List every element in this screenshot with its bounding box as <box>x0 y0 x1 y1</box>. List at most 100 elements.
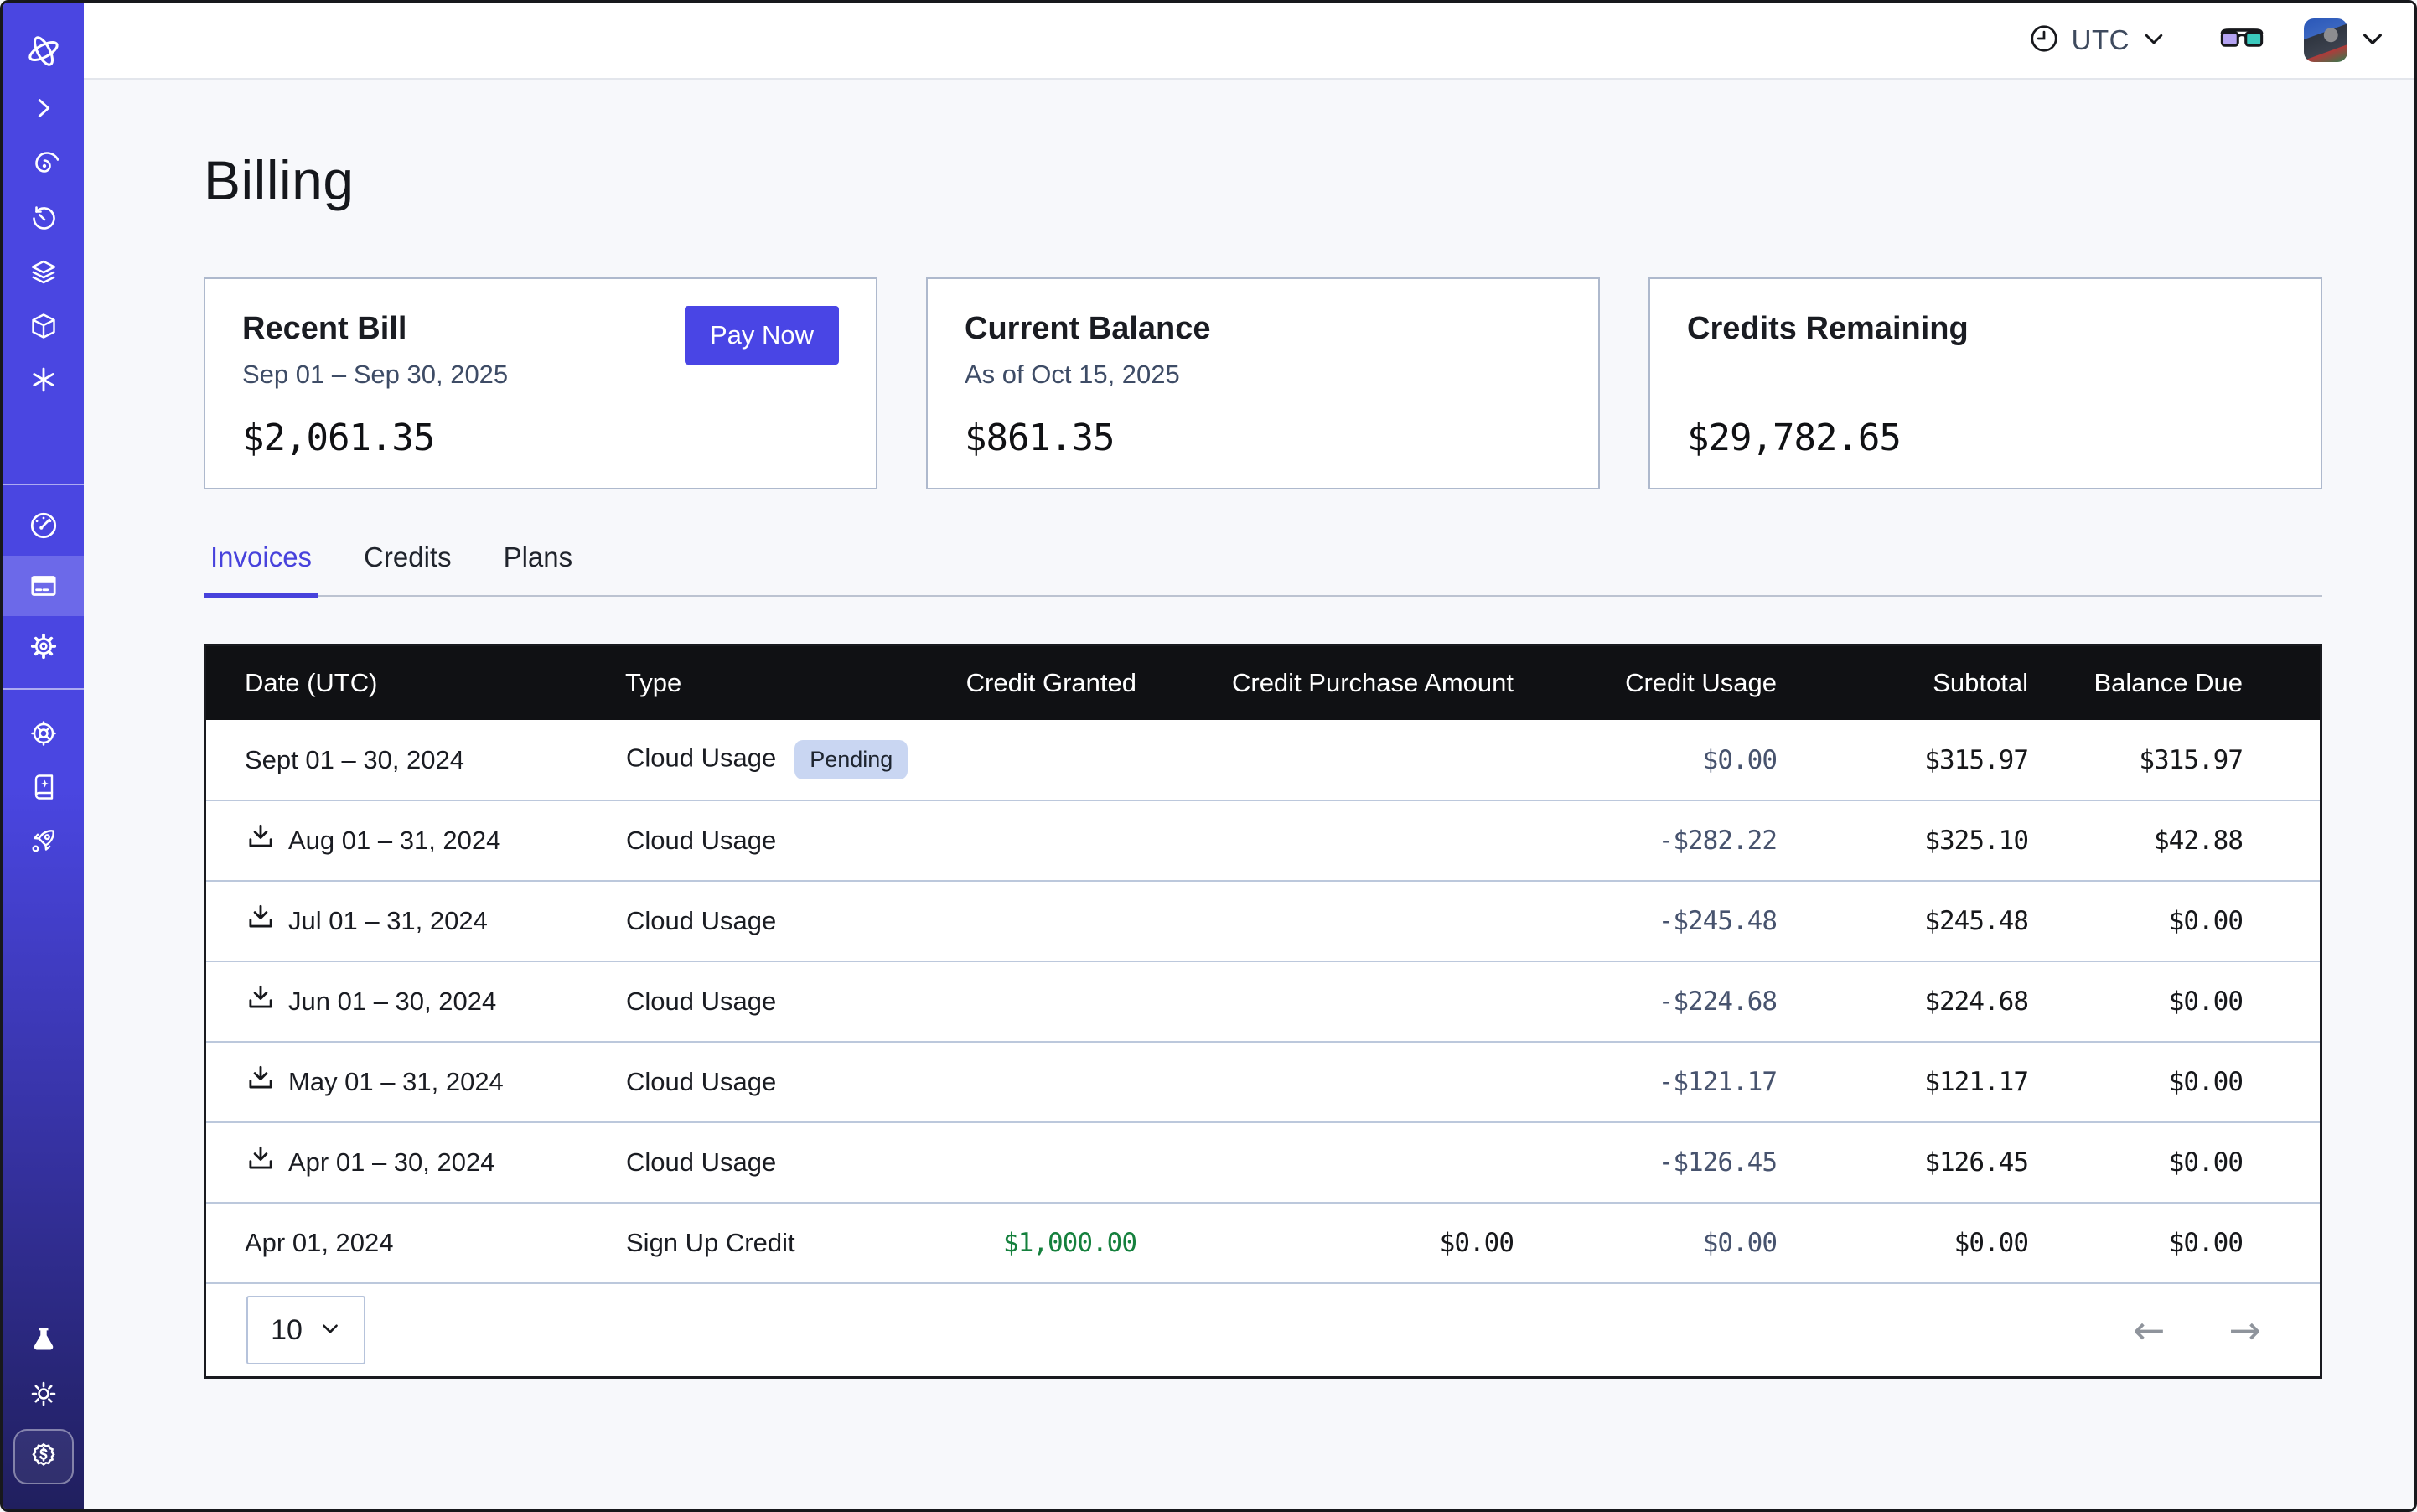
billing-page: Billing Recent Bill Sep 01 – Sep 30, 202… <box>84 80 2417 1379</box>
credit-usage-value[interactable]: $0.00 <box>1545 720 1814 800</box>
credit-usage-value[interactable]: $0.00 <box>1545 1203 1814 1283</box>
billing-shortcut-button[interactable] <box>13 1429 74 1484</box>
app-window: UTC Billing <box>0 0 2417 1512</box>
theme-toggle[interactable] <box>3 1367 84 1421</box>
sidebar-item-support[interactable] <box>3 707 84 760</box>
avatar[interactable] <box>2304 18 2347 62</box>
rocket-icon <box>28 826 59 856</box>
credit-purchase-value <box>1168 961 1545 1042</box>
col-type: Type <box>625 646 942 720</box>
credits-remaining-card: Credits Remaining $29,782.65 <box>1648 277 2322 489</box>
subtotal-value: $245.48 <box>1814 881 2065 961</box>
credit-purchase-value: $0.00 <box>1168 1203 1545 1283</box>
credit-usage-value[interactable]: -$282.22 <box>1545 800 1814 881</box>
balance-due-value: $0.00 <box>2065 1203 2320 1283</box>
download-invoice-icon[interactable] <box>245 982 277 1021</box>
billing-period: Sep 01 – Sep 30, 2025 <box>242 360 508 390</box>
timezone-selector[interactable]: UTC <box>2028 23 2166 59</box>
docs-book-icon <box>28 772 59 802</box>
theme-sun-icon <box>28 1379 59 1409</box>
credit-purchase-value <box>1168 720 1545 800</box>
credits-remaining-amount: $29,782.65 <box>1687 417 1901 459</box>
clock-icon <box>2028 23 2060 59</box>
sidebar-divider <box>3 688 84 690</box>
table-row: Aug 01 – 31, 2024 Cloud Usage -$282.22 $… <box>206 800 2320 881</box>
tab-plans[interactable]: Plans <box>497 541 580 595</box>
timezone-label: UTC <box>2072 24 2130 56</box>
balance-due-value: $0.00 <box>2065 961 2320 1042</box>
sidebar-item-getting-started[interactable] <box>3 814 84 867</box>
subtotal-value: $0.00 <box>1814 1203 2065 1283</box>
sidebar-item-usage[interactable] <box>3 495 84 556</box>
download-invoice-icon[interactable] <box>245 1063 277 1101</box>
invoice-type: Cloud Usage <box>625 961 942 1042</box>
sidebar-item-docs[interactable] <box>3 760 84 814</box>
invoices-table-container: Date (UTC) Type Credit Granted Credit Pu… <box>204 644 2322 1379</box>
credit-purchase-value <box>1168 800 1545 881</box>
topbar: UTC <box>84 3 2417 80</box>
table-row: Apr 01 – 30, 2024 Cloud Usage -$126.45 $… <box>206 1122 2320 1203</box>
tab-invoices[interactable]: Invoices <box>204 541 318 595</box>
invoice-date: Apr 01, 2024 <box>245 1228 394 1258</box>
sidebar-item-schedules[interactable] <box>3 192 84 246</box>
layers-icon <box>28 257 59 287</box>
page-size-select[interactable]: 10 <box>246 1296 365 1364</box>
invoice-date: Jul 01 – 31, 2024 <box>288 906 488 936</box>
page-title: Billing <box>204 80 2322 212</box>
credit-purchase-value <box>1168 881 1545 961</box>
sidebar-item-layers[interactable] <box>3 246 84 299</box>
credit-granted-value <box>942 1042 1168 1122</box>
table-row: Jun 01 – 30, 2024 Cloud Usage -$224.68 $… <box>206 961 2320 1042</box>
support-wheel-icon <box>28 718 59 748</box>
prev-page-button[interactable]: ← <box>2128 1310 2171 1350</box>
sidebar-item-batch[interactable] <box>3 353 84 406</box>
chevron-down-icon <box>319 1314 341 1347</box>
credit-usage-value[interactable]: -$121.17 <box>1545 1042 1814 1122</box>
tab-credits[interactable]: Credits <box>357 541 458 595</box>
billing-tabs: Invoices Credits Plans <box>204 541 2322 597</box>
invoices-table: Date (UTC) Type Credit Granted Credit Pu… <box>206 646 2320 1284</box>
balance-due-value: $0.00 <box>2065 881 2320 961</box>
subtotal-value: $126.45 <box>1814 1122 2065 1203</box>
subtotal-value: $121.17 <box>1814 1042 2065 1122</box>
download-invoice-icon[interactable] <box>245 902 277 940</box>
temporal-logo[interactable] <box>3 3 84 78</box>
pagination-arrows: ← → <box>2128 1310 2266 1350</box>
current-balance-card: Current Balance As of Oct 15, 2025 $861.… <box>926 277 1600 489</box>
sidebar-item-settings[interactable] <box>3 616 84 676</box>
glasses-icon[interactable] <box>2220 25 2264 56</box>
balance-due-value: $0.00 <box>2065 1042 2320 1122</box>
table-row: Apr 01, 2024 Sign Up Credit $1,000.00 $0… <box>206 1203 2320 1283</box>
subtotal-value: $315.97 <box>1814 720 2065 800</box>
table-header: Date (UTC) Type Credit Granted Credit Pu… <box>206 646 2320 720</box>
table-footer: 10 ← → <box>206 1284 2320 1376</box>
download-invoice-icon[interactable] <box>245 1143 277 1182</box>
namespaces-spiral-icon <box>28 150 59 180</box>
lab-flask-icon <box>28 1325 59 1355</box>
credit-usage-value[interactable]: -$126.45 <box>1545 1122 1814 1203</box>
sidebar-item-namespaces[interactable] <box>3 138 84 192</box>
page-size-value: 10 <box>271 1314 303 1347</box>
sidebar-item-deployments[interactable] <box>3 299 84 353</box>
recent-bill-amount: $2,061.35 <box>242 417 434 459</box>
invoice-date: May 01 – 31, 2024 <box>288 1067 504 1097</box>
chevron-down-icon[interactable] <box>2359 25 2386 56</box>
card-title: Credits Remaining <box>1687 311 1969 347</box>
next-page-button[interactable]: → <box>2223 1310 2266 1350</box>
credit-usage-value[interactable]: -$224.68 <box>1545 961 1814 1042</box>
invoice-type: Cloud Usage <box>625 881 942 961</box>
pay-now-button[interactable]: Pay Now <box>685 306 839 365</box>
sidebar-expand-button[interactable] <box>3 78 84 138</box>
sidebar-item-billing[interactable] <box>3 556 84 616</box>
credit-usage-value[interactable]: -$245.48 <box>1545 881 1814 961</box>
credit-granted-value <box>942 800 1168 881</box>
download-invoice-icon[interactable] <box>245 821 277 860</box>
col-credit-usage: Credit Usage <box>1545 646 1814 720</box>
asterisk-icon <box>28 365 59 395</box>
col-subtotal: Subtotal <box>1814 646 2065 720</box>
dollar-badge-icon <box>28 1439 60 1475</box>
balance-due-value: $0.00 <box>2065 1122 2320 1203</box>
invoice-type: Cloud Usage <box>625 1122 942 1203</box>
invoice-type: Cloud Usage <box>626 743 776 773</box>
sidebar-item-labs[interactable] <box>3 1313 84 1367</box>
